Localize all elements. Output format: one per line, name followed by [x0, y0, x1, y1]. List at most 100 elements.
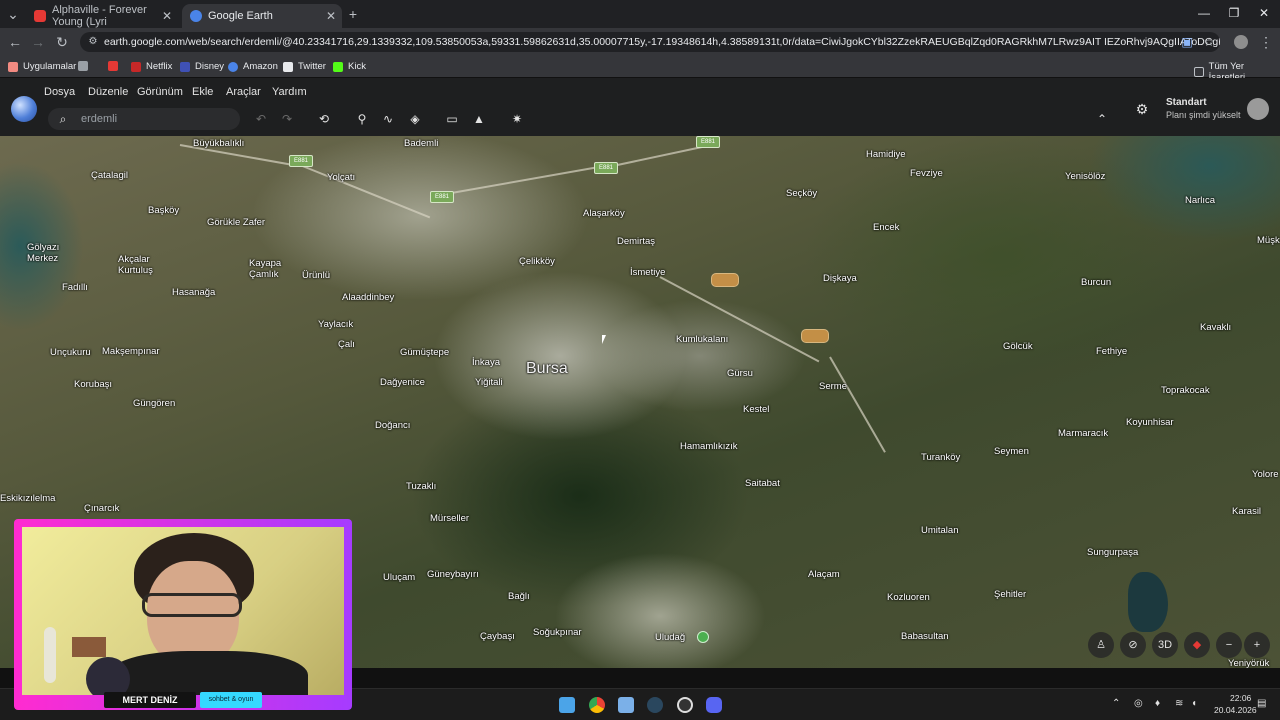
place-label: Güngören: [133, 398, 176, 409]
place-label: Soğukpınar: [533, 627, 582, 638]
history-icon[interactable]: ⟲: [316, 111, 332, 127]
collapse-chevron-icon[interactable]: ⌃: [1094, 111, 1110, 127]
place-label: Alaşarköy: [583, 208, 625, 219]
place-label: Babasultan: [901, 631, 949, 642]
bookmark-amazon[interactable]: Amazon: [228, 61, 278, 72]
google-earth-logo[interactable]: [11, 96, 37, 122]
obs-icon[interactable]: [677, 697, 693, 713]
reload-button[interactable]: ↻: [53, 34, 71, 50]
minimize-button[interactable]: —: [1194, 6, 1214, 20]
app-icon[interactable]: [618, 697, 634, 713]
place-label: Korubaşı: [74, 379, 113, 390]
notification-icon[interactable]: ▤: [1257, 698, 1266, 709]
youtube-icon: [108, 61, 118, 71]
windows-start-icon[interactable]: [559, 697, 575, 713]
steam-icon[interactable]: [647, 697, 663, 713]
path-icon[interactable]: ∿: [380, 111, 396, 127]
earth-search-input[interactable]: erdemli: [48, 108, 240, 130]
bookmark-twitter[interactable]: Twitter: [283, 61, 326, 72]
photos-icon[interactable]: ▲: [471, 111, 487, 127]
tab-alphaville[interactable]: Alphaville - Forever Young (Lyri ✕: [26, 4, 178, 28]
bookmark-youtube[interactable]: [108, 61, 123, 71]
bookmark-apps[interactable]: Uygulamalar: [8, 61, 76, 72]
tray-chevron-icon[interactable]: ⌃: [1112, 698, 1120, 709]
new-tab-button[interactable]: +: [344, 6, 362, 22]
undo-icon[interactable]: ↶: [253, 111, 269, 127]
place-label: Koyunhisar: [1126, 417, 1174, 428]
site-info-icon[interactable]: ⚙: [84, 34, 102, 50]
bookmark-kick[interactable]: Kick: [333, 61, 366, 72]
wifi-icon[interactable]: ≋: [1175, 698, 1183, 709]
close-tab-icon[interactable]: ✕: [162, 9, 172, 23]
volume-icon[interactable]: ◖: [1191, 698, 1197, 709]
motorway-shield: [801, 329, 829, 343]
place-label: Demirtaş: [617, 236, 656, 247]
translate-icon[interactable]: ▣: [1178, 34, 1196, 50]
clock-time[interactable]: 22:06: [1230, 693, 1251, 703]
streamer-shirt: [108, 651, 308, 695]
youtube-icon: [34, 10, 46, 22]
place-label: Uludağ: [655, 632, 686, 643]
forward-button[interactable]: →: [29, 34, 47, 50]
menu-insert[interactable]: Ekle: [192, 86, 213, 98]
menu-help[interactable]: Yardım: [272, 86, 307, 98]
network-icon[interactable]: ◎: [1134, 698, 1143, 709]
place-label: Yeniyörük: [1228, 658, 1270, 668]
stream-tag: sohbet & oyun: [200, 692, 262, 708]
highway-road: [439, 164, 608, 196]
zoom-in-button[interactable]: +: [1244, 632, 1270, 658]
streamer-glasses: [142, 593, 242, 617]
close-window-button[interactable]: ✕: [1254, 6, 1274, 20]
plan-upgrade-link[interactable]: Planı şimdi yükselt: [1166, 110, 1241, 120]
bookmark-disney[interactable]: Disney: [180, 61, 224, 72]
menu-tools[interactable]: Araçlar: [226, 86, 261, 98]
discord-icon[interactable]: [706, 697, 722, 713]
google-earth-icon: [190, 10, 202, 22]
place-label: Çelikköy: [519, 256, 555, 267]
place-label: Görükle Zafer: [207, 217, 266, 228]
profile-avatar[interactable]: [1234, 35, 1248, 49]
browser-menu-icon[interactable]: ⋮: [1257, 34, 1275, 50]
user-avatar[interactable]: [1247, 98, 1269, 120]
place-label: Umitalan: [921, 525, 959, 536]
zoom-out-button[interactable]: −: [1216, 632, 1242, 658]
bookmark-netflix[interactable]: Netflix: [131, 61, 172, 72]
hide-layers-icon[interactable]: ⊘: [1120, 632, 1146, 658]
back-button[interactable]: ←: [6, 34, 24, 50]
mouse-cursor-icon: [602, 335, 606, 344]
maximize-button[interactable]: ❐: [1224, 6, 1244, 20]
layers-icon[interactable]: ◈: [407, 111, 423, 127]
settings-gear-icon[interactable]: ⚙: [1134, 101, 1150, 117]
redo-icon[interactable]: ↷: [279, 111, 295, 127]
bookmark-star-icon[interactable]: ☆: [1200, 34, 1218, 50]
compass-icon[interactable]: ◆: [1184, 632, 1210, 658]
toggle-3d-button[interactable]: 3D: [1152, 632, 1178, 658]
measure-icon[interactable]: ▭: [444, 111, 460, 127]
place-label: Ürünlü: [302, 270, 330, 281]
voyager-icon[interactable]: ✷: [509, 111, 525, 127]
tab-search-button[interactable]: ⌄: [4, 6, 22, 22]
place-label: Gürsu: [727, 368, 753, 379]
menu-file[interactable]: Dosya: [44, 86, 75, 98]
menu-view[interactable]: Görünüm: [137, 86, 183, 98]
highway-road: [659, 276, 820, 363]
place-label: Fevziye: [910, 168, 943, 179]
place-label: Marmaracık: [1058, 428, 1109, 439]
menu-edit[interactable]: Düzenle: [88, 86, 128, 98]
tab-google-earth[interactable]: Google Earth ✕: [182, 4, 342, 28]
chrome-icon[interactable]: [589, 697, 605, 713]
place-label: Müşk: [1257, 235, 1280, 246]
pegman-icon[interactable]: ♙: [1088, 632, 1114, 658]
bookmark-grid[interactable]: [78, 61, 93, 71]
microphone-icon[interactable]: ♦: [1155, 698, 1160, 709]
address-bar[interactable]: earth.google.com/web/search/erdemli/@40.…: [80, 32, 1220, 52]
close-tab-icon[interactable]: ✕: [326, 9, 336, 23]
clock-date[interactable]: 20.04.2026: [1214, 705, 1257, 715]
search-value: erdemli: [81, 113, 118, 125]
park-marker-icon[interactable]: [697, 631, 709, 643]
place-label: Yenisölöz: [1065, 171, 1106, 182]
motorway-shield: [711, 273, 739, 287]
netflix-icon: [131, 61, 141, 72]
road-shield: E881: [430, 191, 454, 203]
placemark-icon[interactable]: ⚲: [354, 111, 370, 127]
